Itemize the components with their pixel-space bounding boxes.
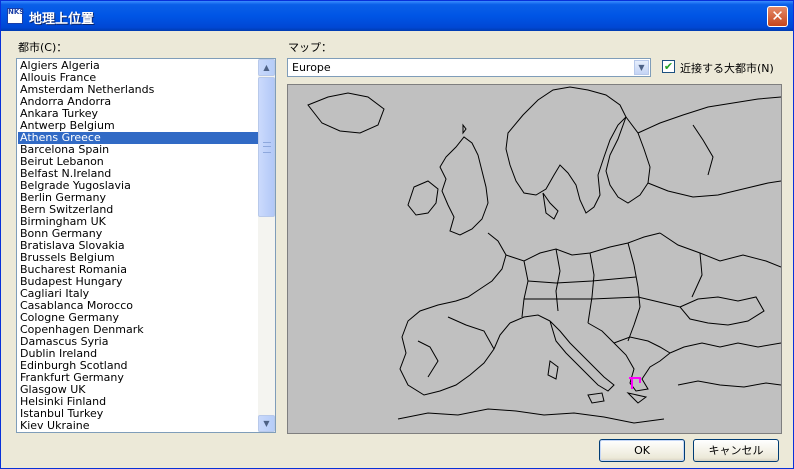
scroll-thumb[interactable] <box>258 77 275 217</box>
chevron-down-icon[interactable]: ▼ <box>634 60 649 75</box>
scroll-down-button[interactable]: ▼ <box>258 415 275 432</box>
nearby-city-checkbox[interactable]: ✔ <box>662 60 675 73</box>
ok-button[interactable]: OK <box>599 439 685 462</box>
map-label: マップ： <box>288 41 332 54</box>
city-list-items: Algiers Algeria Allouis France Amsterdam N… <box>18 60 258 432</box>
location-marker-icon <box>629 377 641 389</box>
city-list-item[interactable]: Kiev Ukraine <box>18 420 258 432</box>
window-title: 地理上位置 <box>29 12 95 27</box>
title-bar[interactable]: NKS 地理上位置 ✕ <box>1 1 793 31</box>
scroll-grip-icon <box>263 142 271 153</box>
europe-map[interactable] <box>287 84 782 434</box>
city-listbox[interactable]: Algiers Algeria Allouis France Amsterdam N… <box>16 58 276 433</box>
city-list-label: 都市(C)： <box>18 41 68 54</box>
map-dropdown[interactable]: Europe ▼ <box>287 58 651 77</box>
map-dropdown-value: Europe <box>292 61 331 74</box>
cancel-button[interactable]: キャンセル <box>693 439 779 462</box>
map-outline <box>307 86 781 424</box>
nearby-city-label[interactable]: 近接する大都市(N) <box>680 60 774 76</box>
app-icon: NKS <box>7 8 24 24</box>
geo-location-dialog: NKS 地理上位置 ✕ 都市(C)： Algiers Algeria Alloui… <box>0 0 794 469</box>
close-button[interactable]: ✕ <box>767 6 788 27</box>
scroll-up-button[interactable]: ▲ <box>258 59 275 76</box>
city-list-scrollbar[interactable]: ▲ ▼ <box>258 59 275 432</box>
